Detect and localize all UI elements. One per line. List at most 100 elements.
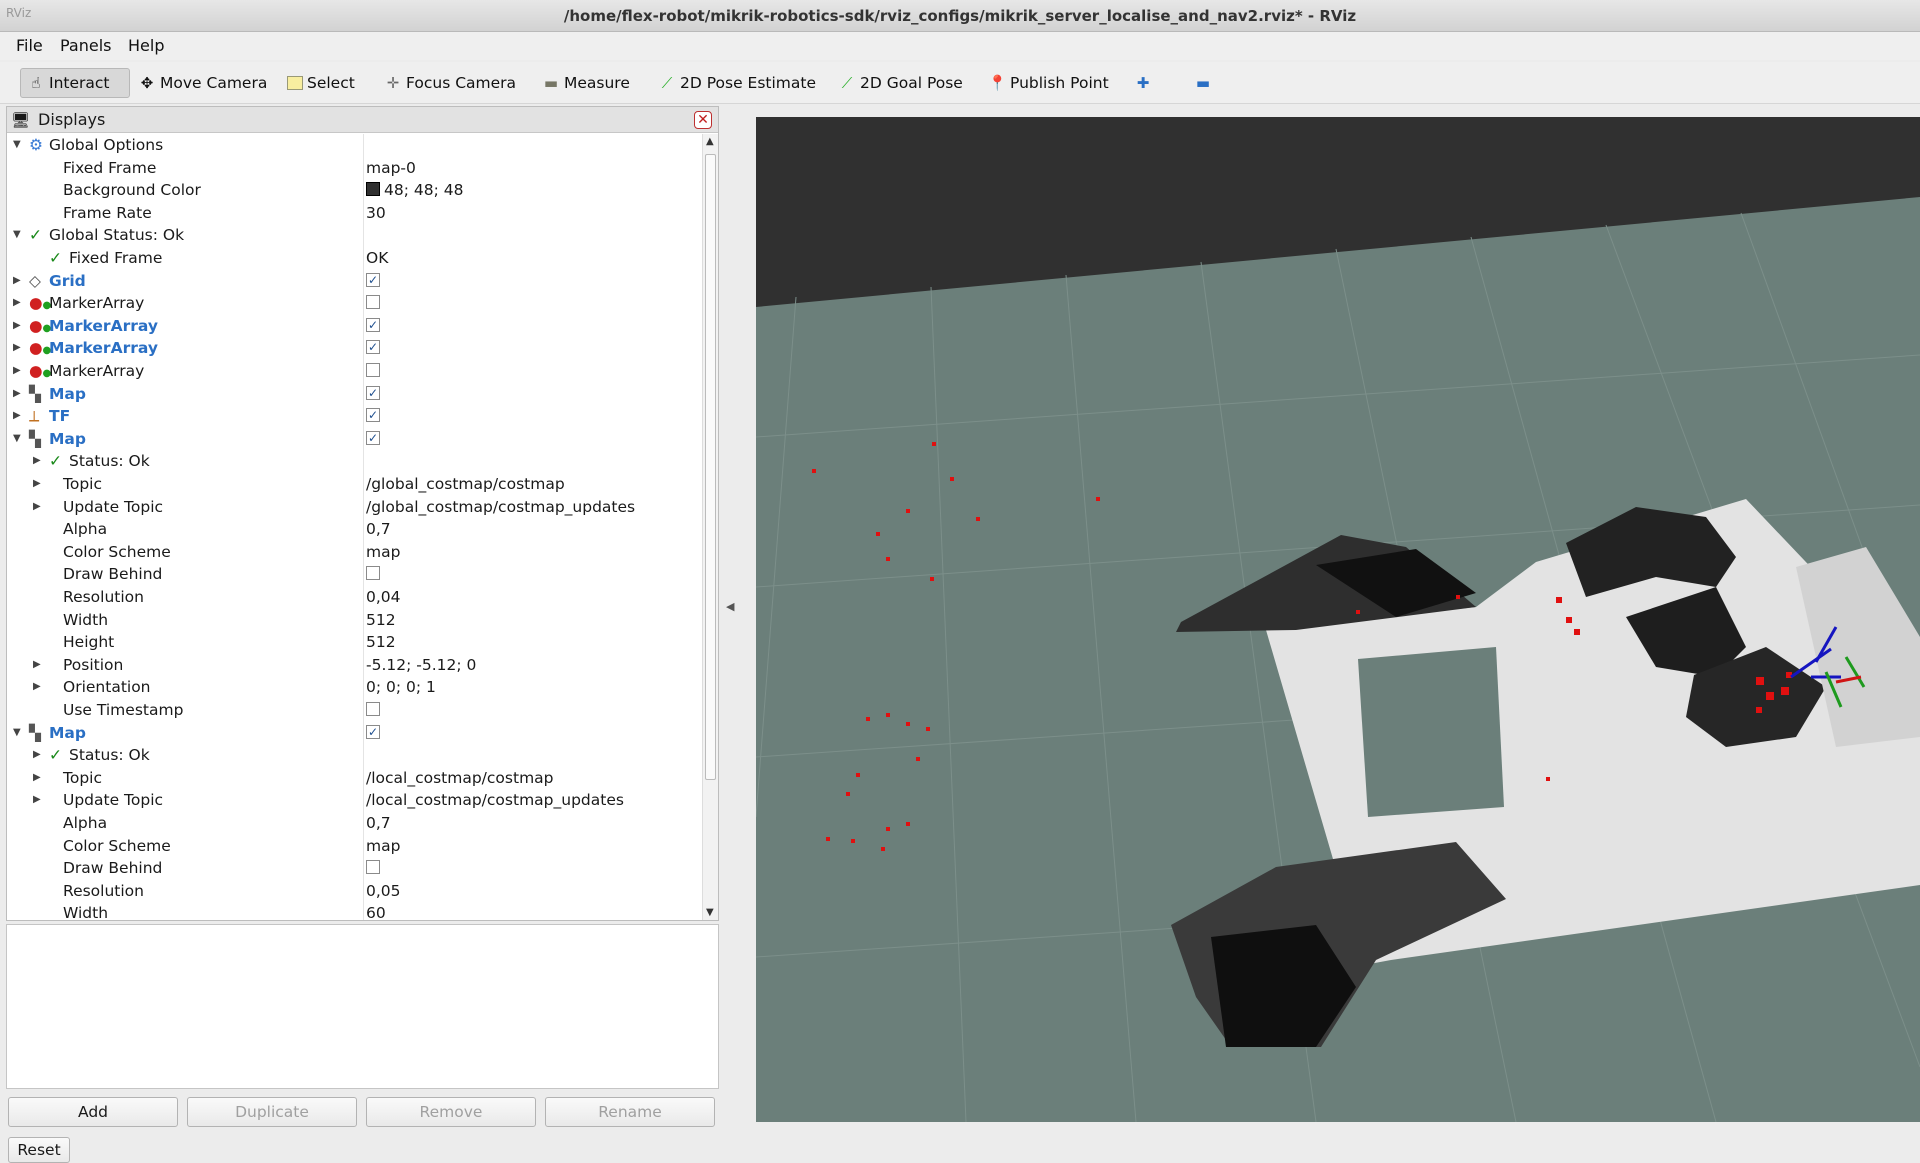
- property-value-cell[interactable]: 48; 48; 48: [366, 179, 463, 202]
- property-value-cell[interactable]: 30: [366, 202, 386, 225]
- tool-2d-goal-pose-button[interactable]: ⟋ 2D Goal Pose: [832, 68, 969, 98]
- display-tree-row[interactable]: ▼ ▚ Map ✓: [7, 428, 701, 451]
- tool-interact-button[interactable]: ☝ Interact: [20, 68, 130, 98]
- expand-right-icon[interactable]: ▶: [13, 405, 21, 428]
- display-tree-row[interactable]: Background Color 48; 48; 48: [7, 179, 701, 202]
- display-tree-row[interactable]: Draw Behind: [7, 857, 701, 880]
- expand-right-icon[interactable]: ▶: [33, 496, 41, 519]
- property-value-cell[interactable]: ✓: [366, 428, 380, 451]
- display-tree-row[interactable]: Use Timestamp: [7, 699, 701, 722]
- property-value-cell[interactable]: map: [366, 835, 400, 858]
- expand-right-icon[interactable]: ▶: [13, 383, 21, 406]
- add-display-button[interactable]: Add: [8, 1097, 178, 1127]
- property-value-cell[interactable]: ✓: [366, 337, 380, 360]
- expand-right-icon[interactable]: ▶: [33, 473, 41, 496]
- display-tree-row[interactable]: Draw Behind: [7, 563, 701, 586]
- property-value-cell[interactable]: ✓: [366, 270, 380, 293]
- display-tree-row[interactable]: ▶ ⟂ TF ✓: [7, 405, 701, 428]
- property-value-cell[interactable]: /global_costmap/costmap: [366, 473, 565, 496]
- display-tree-row[interactable]: ▼ ▚ Map ✓: [7, 722, 701, 745]
- expand-down-icon[interactable]: ▼: [13, 134, 21, 157]
- property-value-cell[interactable]: 512: [366, 631, 396, 654]
- expand-right-icon[interactable]: ▶: [13, 270, 21, 293]
- display-checkbox[interactable]: ✓: [366, 430, 380, 445]
- display-tree-row[interactable]: ▶ ●● MarkerArray: [7, 292, 701, 315]
- property-value-cell[interactable]: map: [366, 541, 400, 564]
- property-value[interactable]: map: [366, 837, 400, 855]
- display-checkbox[interactable]: ✓: [366, 724, 380, 739]
- display-tree-row[interactable]: Fixed Frame map-0: [7, 157, 701, 180]
- display-tree-row[interactable]: ▶ Position -5.12; -5.12; 0: [7, 654, 701, 677]
- property-value-cell[interactable]: ✓: [366, 315, 380, 338]
- property-value-cell[interactable]: /global_costmap/costmap_updates: [366, 496, 635, 519]
- displays-scrollbar[interactable]: ▲ ▼: [702, 134, 718, 920]
- display-tree-row[interactable]: ▶ Topic/global_costmap/costmap: [7, 473, 701, 496]
- display-tree-row[interactable]: ▶ ✓ Status: Ok: [7, 744, 701, 767]
- display-checkbox[interactable]: [366, 860, 380, 875]
- display-checkbox[interactable]: [366, 702, 380, 716]
- display-checkbox[interactable]: ✓: [366, 317, 380, 332]
- scrollbar-thumb[interactable]: [705, 154, 716, 780]
- display-tree-row[interactable]: ▼ ⚙ Global Options: [7, 134, 701, 157]
- property-value[interactable]: /local_costmap/costmap_updates: [366, 791, 624, 809]
- property-value[interactable]: 48; 48; 48: [384, 181, 463, 199]
- expand-down-icon[interactable]: ▼: [13, 224, 21, 247]
- tool-measure-button[interactable]: ▬ Measure: [536, 68, 636, 98]
- menu-help[interactable]: Help: [128, 36, 164, 55]
- property-value-cell[interactable]: OK: [366, 247, 388, 270]
- scroll-up-icon[interactable]: ▲: [706, 136, 714, 147]
- menu-file[interactable]: File: [16, 36, 43, 55]
- display-checkbox[interactable]: ✓: [366, 408, 380, 423]
- expand-right-icon[interactable]: ▶: [33, 676, 41, 699]
- display-checkbox[interactable]: ✓: [366, 385, 380, 400]
- property-value[interactable]: OK: [366, 249, 388, 267]
- property-value-cell[interactable]: [366, 699, 380, 722]
- display-tree-row[interactable]: ▼ ✓ Global Status: Ok: [7, 224, 701, 247]
- property-value-cell[interactable]: 0,04: [366, 586, 401, 609]
- property-value-cell[interactable]: /local_costmap/costmap_updates: [366, 789, 624, 812]
- property-value[interactable]: 0,7: [366, 520, 391, 538]
- property-value[interactable]: map: [366, 543, 400, 561]
- property-value[interactable]: /global_costmap/costmap_updates: [366, 498, 635, 516]
- property-value[interactable]: map-0: [366, 159, 416, 177]
- display-tree-row[interactable]: ▶ ▚ Map ✓: [7, 383, 701, 406]
- expand-right-icon[interactable]: ▶: [13, 315, 21, 338]
- display-tree-row[interactable]: Width 60: [7, 902, 701, 920]
- menu-panels[interactable]: Panels: [60, 36, 112, 55]
- display-tree-row[interactable]: Color Scheme map: [7, 541, 701, 564]
- expand-right-icon[interactable]: ▶: [33, 450, 41, 473]
- display-checkbox[interactable]: [366, 566, 380, 581]
- property-value[interactable]: /local_costmap/costmap: [366, 769, 554, 787]
- expand-down-icon[interactable]: ▼: [13, 428, 21, 451]
- property-value[interactable]: /global_costmap/costmap: [366, 475, 565, 493]
- property-value-cell[interactable]: [366, 292, 380, 315]
- tool-publish-point-button[interactable]: 📍 Publish Point: [982, 68, 1115, 98]
- property-value[interactable]: 0,7: [366, 814, 391, 832]
- expand-right-icon[interactable]: ▶: [33, 744, 41, 767]
- display-tree-row[interactable]: Alpha 0,7: [7, 518, 701, 541]
- property-value-cell[interactable]: map-0: [366, 157, 416, 180]
- expand-right-icon[interactable]: ▶: [13, 360, 21, 383]
- 3d-render-viewport[interactable]: [756, 117, 1920, 1122]
- display-tree-row[interactable]: ▶ Topic/local_costmap/costmap: [7, 767, 701, 790]
- property-value-cell[interactable]: [366, 563, 380, 586]
- property-value-cell[interactable]: 512: [366, 609, 396, 632]
- property-value-cell[interactable]: /local_costmap/costmap: [366, 767, 554, 790]
- property-value-cell[interactable]: 0,7: [366, 518, 391, 541]
- remove-tool-button[interactable]: ▬: [1188, 68, 1218, 98]
- remove-display-button[interactable]: Remove: [366, 1097, 536, 1127]
- property-value[interactable]: 512: [366, 633, 396, 651]
- tool-2d-pose-estimate-button[interactable]: ⟋ 2D Pose Estimate: [652, 68, 822, 98]
- close-panel-button[interactable]: ✕: [694, 111, 712, 129]
- property-value-cell[interactable]: -5.12; -5.12; 0: [366, 654, 476, 677]
- expand-right-icon[interactable]: ▶: [33, 654, 41, 677]
- display-checkbox[interactable]: ✓: [366, 272, 380, 287]
- property-value-cell[interactable]: [366, 857, 380, 880]
- color-swatch[interactable]: [366, 182, 380, 197]
- display-checkbox[interactable]: ✓: [366, 340, 380, 355]
- tool-focus-camera-button[interactable]: ✛ Focus Camera: [378, 68, 522, 98]
- property-value-cell[interactable]: 0,7: [366, 812, 391, 835]
- display-tree-row[interactable]: ▶ ✓ Status: Ok: [7, 450, 701, 473]
- property-value-cell[interactable]: 60: [366, 902, 386, 920]
- property-value-cell[interactable]: ✓: [366, 383, 380, 406]
